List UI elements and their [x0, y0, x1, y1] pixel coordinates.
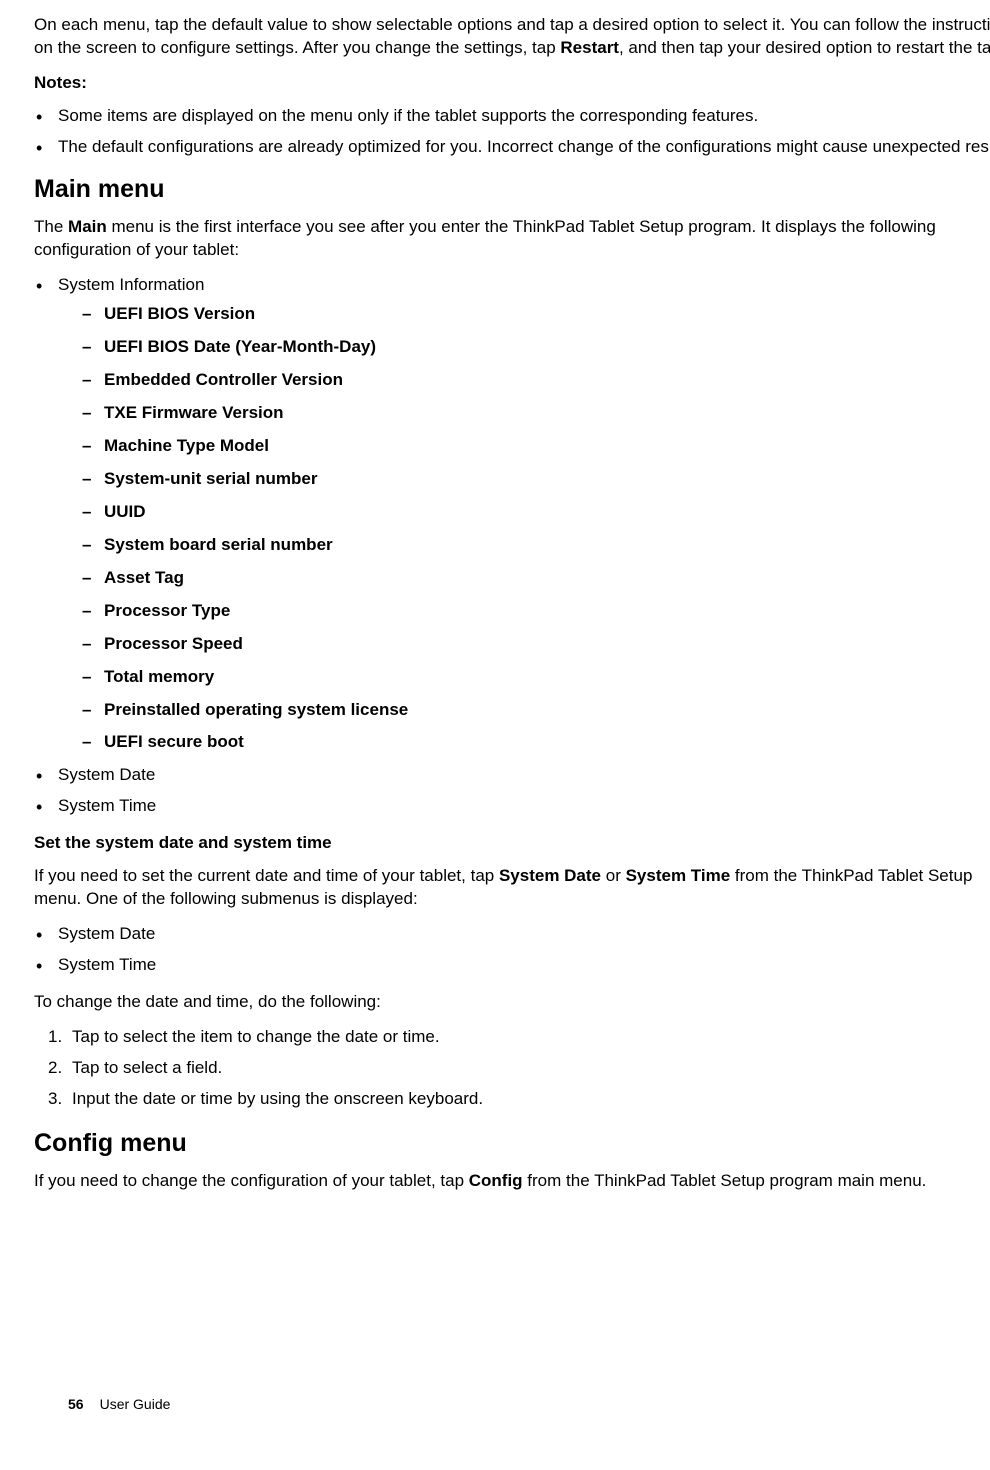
submenu-item: System Date — [34, 923, 990, 946]
sysinfo-item: UUID — [82, 501, 990, 524]
page-number: 56 — [68, 1396, 84, 1412]
page-footer: 56 User Guide — [68, 1395, 170, 1414]
steps-list: Tap to select the item to change the dat… — [34, 1026, 990, 1111]
notes-list: Some items are displayed on the menu onl… — [34, 105, 990, 159]
sysinfo-item: Embedded Controller Version — [82, 369, 990, 392]
main-menu-list: System Information UEFI BIOS Version UEF… — [34, 274, 990, 818]
notes-heading: Notes: — [34, 72, 990, 95]
submenu-item: System Time — [34, 954, 990, 977]
sysinfo-item: TXE Firmware Version — [82, 402, 990, 425]
main-bold: Main — [68, 217, 107, 236]
note-item: Some items are displayed on the menu onl… — [34, 105, 990, 128]
system-time-item: System Time — [34, 795, 990, 818]
restart-label: Restart — [560, 38, 619, 57]
sysinfo-item: Total memory — [82, 666, 990, 689]
config-desc-a: If you need to change the configuration … — [34, 1171, 469, 1190]
system-date-item: System Date — [34, 764, 990, 787]
sysinfo-item: Processor Type — [82, 600, 990, 623]
set-dt-a: If you need to set the current date and … — [34, 866, 499, 885]
step-item: Tap to select a field. — [48, 1057, 990, 1080]
sysinfo-item: Processor Speed — [82, 633, 990, 656]
main-desc-b: menu is the first interface you see afte… — [34, 217, 936, 259]
system-date-bold: System Date — [499, 866, 601, 885]
step-item: Tap to select the item to change the dat… — [48, 1026, 990, 1049]
change-datetime-intro: To change the date and time, do the foll… — [34, 991, 990, 1014]
config-bold: Config — [469, 1171, 523, 1190]
step-item: Input the date or time by using the onsc… — [48, 1088, 990, 1111]
set-datetime-description: If you need to set the current date and … — [34, 865, 990, 911]
set-dt-or: or — [601, 866, 626, 885]
sysinfo-item: System board serial number — [82, 534, 990, 557]
system-information-item: System Information UEFI BIOS Version UEF… — [34, 274, 990, 754]
config-menu-description: If you need to change the configuration … — [34, 1170, 990, 1193]
note-item: The default configurations are already o… — [34, 136, 990, 159]
intro-paragraph: On each menu, tap the default value to s… — [34, 14, 990, 60]
submenu-list: System Date System Time — [34, 923, 990, 977]
config-desc-b: from the ThinkPad Tablet Setup program m… — [523, 1171, 927, 1190]
sysinfo-item: Machine Type Model — [82, 435, 990, 458]
sysinfo-item: UEFI BIOS Version — [82, 303, 990, 326]
main-menu-description: The Main menu is the first interface you… — [34, 216, 990, 262]
main-desc-a: The — [34, 217, 68, 236]
main-menu-heading: Main menu — [34, 173, 990, 207]
config-menu-heading: Config menu — [34, 1127, 990, 1161]
sysinfo-item: Asset Tag — [82, 567, 990, 590]
system-time-bold: System Time — [626, 866, 731, 885]
sysinfo-item: System-unit serial number — [82, 468, 990, 491]
set-datetime-subheading: Set the system date and system time — [34, 832, 990, 855]
system-information-sublist: UEFI BIOS Version UEFI BIOS Date (Year-M… — [58, 303, 990, 754]
sysinfo-item: UEFI BIOS Date (Year-Month-Day) — [82, 336, 990, 359]
footer-title: User Guide — [100, 1396, 171, 1412]
sysinfo-item: Preinstalled operating system license — [82, 699, 990, 722]
intro-text-b: , and then tap your desired option to re… — [619, 38, 990, 57]
sysinfo-item: UEFI secure boot — [82, 731, 990, 754]
system-information-label: System Information — [58, 275, 204, 294]
